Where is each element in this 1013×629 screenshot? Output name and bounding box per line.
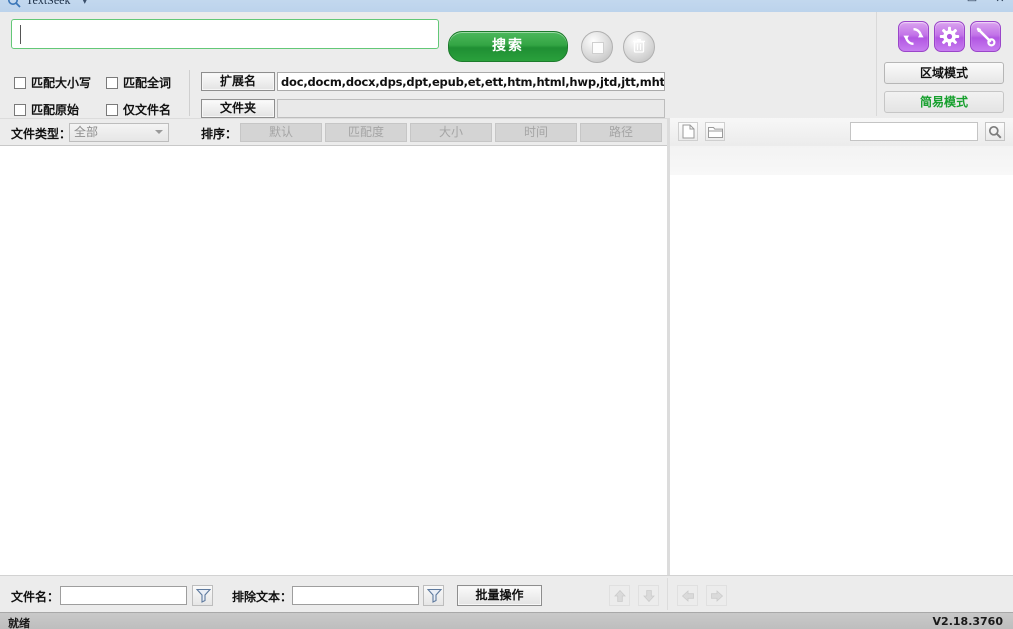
minimize-button[interactable]: —	[935, 0, 953, 6]
preview-search-button[interactable]	[985, 122, 1005, 141]
search-toolbar: 搜索 匹配大小写 匹配全词 匹配原始 仅文件名 扩展名 doc,docm,doc…	[0, 12, 1013, 118]
preview-toolbar	[670, 118, 1013, 145]
folder-button[interactable]: 文件夹	[201, 99, 275, 118]
simple-mode-button[interactable]: 简易模式	[884, 91, 1004, 113]
close-button[interactable]: ✕	[991, 0, 1009, 6]
title-dropdown-caret-icon[interactable]: ▾	[82, 0, 88, 7]
stop-icon	[592, 42, 604, 54]
sort-button-time[interactable]: 时间	[495, 123, 577, 142]
checkbox-filename-only[interactable]	[106, 103, 118, 116]
exclude-text-input-wrapper[interactable]	[292, 586, 419, 605]
filename-filter-input[interactable]	[61, 587, 186, 604]
preview-search-input[interactable]	[851, 123, 977, 140]
version-label: V2.18.3760	[932, 615, 1003, 628]
preview-header	[670, 146, 1013, 176]
checkbox-match-whole-word[interactable]	[106, 76, 118, 89]
checkbox-match-original[interactable]	[14, 103, 26, 116]
filename-filter-input-wrapper[interactable]	[60, 586, 187, 605]
option-match-original[interactable]: 匹配原始	[14, 101, 79, 118]
extension-button[interactable]: 扩展名	[201, 72, 275, 91]
preview-search-input-wrapper[interactable]	[850, 122, 978, 141]
bottom-divider	[667, 578, 668, 610]
status-message: 就绪	[8, 617, 30, 629]
search-input-wrapper[interactable]	[11, 19, 439, 49]
search-button[interactable]: 搜索	[448, 31, 568, 62]
extension-field[interactable]: doc,docm,docx,dps,dpt,epub,et,ett,htm,ht…	[277, 72, 665, 91]
exclude-text-filter-button[interactable]	[423, 585, 444, 606]
preview-folder-button[interactable]	[705, 122, 725, 141]
preview-document-button[interactable]	[678, 122, 698, 141]
folder-field[interactable]	[277, 99, 665, 118]
batch-operations-button[interactable]: 批量操作	[457, 585, 542, 606]
exclude-text-input[interactable]	[293, 587, 418, 604]
options-divider	[189, 70, 190, 116]
option-match-whole-word[interactable]: 匹配全词	[106, 74, 171, 91]
sort-button-relevance[interactable]: 匹配度	[325, 123, 407, 142]
settings-button[interactable]	[934, 21, 965, 52]
maximize-button[interactable]: ▭	[963, 0, 981, 6]
scroll-down-button[interactable]	[638, 585, 659, 606]
sort-button-size[interactable]: 大小	[410, 123, 492, 142]
sort-label: 排序：	[201, 127, 238, 141]
option-match-case[interactable]: 匹配大小写	[14, 74, 91, 91]
chevron-down-icon	[155, 130, 163, 134]
sort-button-path[interactable]: 路径	[580, 123, 662, 142]
application-window: TextSeek ▾ — ▭ ✕ 搜索	[0, 0, 1013, 629]
search-input[interactable]	[22, 24, 436, 47]
clear-results-button[interactable]	[623, 31, 655, 63]
window-controls: — ▭ ✕	[935, 0, 1009, 6]
option-filename-only[interactable]: 仅文件名	[106, 101, 171, 118]
filetype-select-value: 全部	[74, 125, 99, 139]
option-match-case-label: 匹配大小写	[31, 76, 92, 90]
option-filename-only-label: 仅文件名	[123, 103, 172, 117]
stop-button[interactable]	[581, 31, 613, 63]
filename-filter-button[interactable]	[192, 585, 213, 606]
option-match-original-label: 匹配原始	[31, 103, 80, 117]
trash-icon	[632, 38, 646, 55]
option-match-whole-word-label: 匹配全词	[123, 76, 172, 90]
status-bar: 就绪 V2.18.3760	[0, 612, 1013, 629]
bottom-toolbar: 文件名： 排除文本： 批量操作	[0, 575, 1013, 613]
preview-prev-button[interactable]	[677, 585, 698, 606]
preview-next-button[interactable]	[706, 585, 727, 606]
text-cursor	[20, 25, 21, 44]
scroll-up-button[interactable]	[609, 585, 630, 606]
filename-filter-label: 文件名：	[11, 590, 60, 604]
tools-button[interactable]	[970, 21, 1001, 52]
filetype-label: 文件类型：	[11, 127, 72, 141]
refresh-index-button[interactable]	[898, 21, 929, 52]
exclude-text-label: 排除文本：	[232, 590, 293, 604]
mode-panel: 区域模式 简易模式	[876, 12, 1013, 116]
window-title: TextSeek	[26, 0, 71, 7]
results-list[interactable]	[0, 145, 667, 576]
checkbox-match-case[interactable]	[14, 76, 26, 89]
sort-bar: 文件类型： 全部 排序： 默认 匹配度 大小 时间 路径	[0, 118, 667, 146]
preview-content[interactable]	[670, 175, 1013, 575]
filetype-select[interactable]: 全部	[69, 123, 169, 142]
sort-button-default[interactable]: 默认	[240, 123, 322, 142]
area-mode-button[interactable]: 区域模式	[884, 62, 1004, 84]
app-logo-icon	[7, 0, 21, 8]
